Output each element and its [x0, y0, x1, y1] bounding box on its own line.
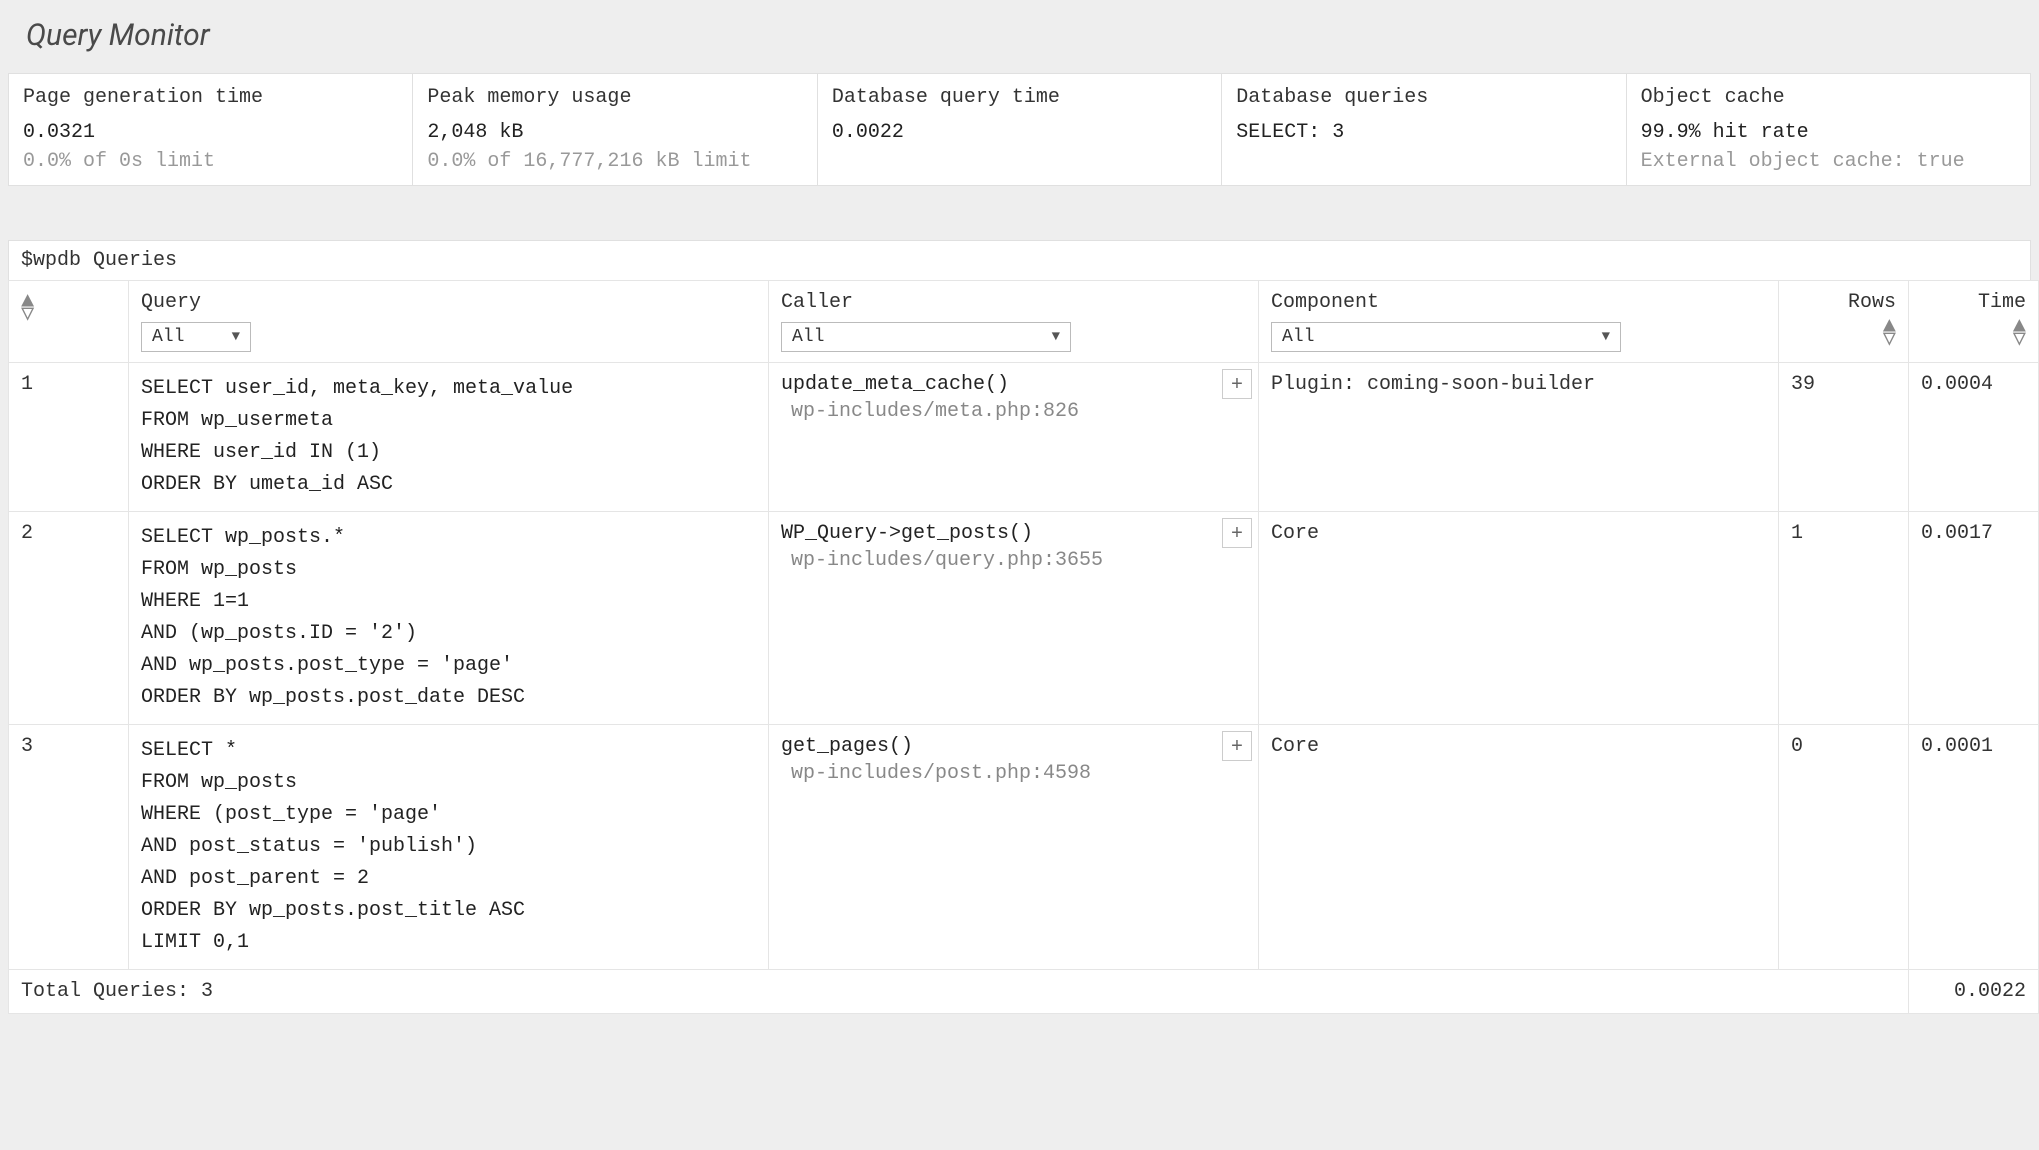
row-time: 0.0004: [1909, 363, 2039, 512]
summary-label: Peak memory usage: [427, 86, 802, 109]
expand-caller-button[interactable]: +: [1222, 731, 1252, 761]
summary-value: 2,048 kB: [427, 121, 802, 144]
sort-down-icon: ▽: [21, 308, 34, 321]
row-sql: SELECT user_id, meta_key, meta_value FRO…: [129, 363, 769, 512]
summary-db-query-time: Database query time 0.0022: [818, 73, 1222, 186]
caller-path: wp-includes/query.php:3655: [781, 549, 1214, 572]
row-sql: SELECT * FROM wp_posts WHERE (post_type …: [129, 725, 769, 970]
expand-caller-button[interactable]: +: [1222, 518, 1252, 548]
row-component: Core: [1259, 725, 1779, 970]
summary-row: Page generation time 0.0321 0.0% of 0s l…: [8, 73, 2031, 186]
row-index: 3: [9, 725, 129, 970]
table-row: 3 SELECT * FROM wp_posts WHERE (post_typ…: [9, 725, 2039, 970]
row-index: 1: [9, 363, 129, 512]
row-time: 0.0001: [1909, 725, 2039, 970]
row-rows: 39: [1779, 363, 1909, 512]
col-caller-header: Caller All ▼: [769, 281, 1259, 363]
filter-value: All: [1282, 327, 1314, 347]
col-label: Component: [1271, 291, 1766, 314]
row-caller: WP_Query->get_posts() wp-includes/query.…: [769, 512, 1259, 725]
col-label: Query: [141, 291, 756, 314]
summary-value: 0.0321: [23, 121, 398, 144]
table-header-row: ▲ ▽ Query All ▼ Caller All ▼ Component: [9, 281, 2039, 363]
footer-total-label: Total Queries: 3: [9, 970, 1909, 1014]
filter-query-select[interactable]: All ▼: [141, 322, 251, 352]
table-footer-row: Total Queries: 3 0.0022: [9, 970, 2039, 1014]
caller-function: get_pages(): [781, 735, 913, 758]
table-row: 2 SELECT wp_posts.* FROM wp_posts WHERE …: [9, 512, 2039, 725]
summary-label: Page generation time: [23, 86, 398, 109]
col-time-header: Time ▲ ▽: [1909, 281, 2039, 363]
filter-value: All: [152, 327, 184, 347]
sort-down-icon: ▽: [2013, 333, 2026, 346]
sort-down-icon: ▽: [1883, 333, 1896, 346]
dropdown-icon: ▼: [1602, 329, 1610, 345]
summary-label: Database query time: [832, 86, 1207, 109]
filter-caller-select[interactable]: All ▼: [781, 322, 1071, 352]
caller-function: update_meta_cache(): [781, 373, 1009, 396]
summary-db-queries: Database queries SELECT: 3: [1222, 73, 1626, 186]
col-label: Caller: [781, 291, 1246, 314]
sort-icon[interactable]: ▲ ▽: [21, 295, 34, 321]
sql-text: SELECT wp_posts.* FROM wp_posts WHERE 1=…: [141, 522, 756, 714]
dropdown-icon: ▼: [232, 329, 240, 345]
summary-sub: External object cache: true: [1641, 150, 2016, 173]
filter-value: All: [792, 327, 824, 347]
row-caller: get_pages() wp-includes/post.php:4598 +: [769, 725, 1259, 970]
summary-page-gen-time: Page generation time 0.0321 0.0% of 0s l…: [8, 73, 413, 186]
col-label: Rows: [1848, 291, 1896, 314]
filter-component-select[interactable]: All ▼: [1271, 322, 1621, 352]
col-index-header: ▲ ▽: [9, 281, 129, 363]
caller-path: wp-includes/post.php:4598: [781, 762, 1214, 785]
row-component: Core: [1259, 512, 1779, 725]
queries-table: ▲ ▽ Query All ▼ Caller All ▼ Component: [8, 280, 2039, 1014]
summary-peak-memory: Peak memory usage 2,048 kB 0.0% of 16,77…: [413, 73, 817, 186]
sql-text: SELECT user_id, meta_key, meta_value FRO…: [141, 373, 756, 501]
row-index: 2: [9, 512, 129, 725]
row-caller: update_meta_cache() wp-includes/meta.php…: [769, 363, 1259, 512]
expand-caller-button[interactable]: +: [1222, 369, 1252, 399]
table-row: 1 SELECT user_id, meta_key, meta_value F…: [9, 363, 2039, 512]
sql-text: SELECT * FROM wp_posts WHERE (post_type …: [141, 735, 756, 959]
col-component-header: Component All ▼: [1259, 281, 1779, 363]
sort-icon[interactable]: ▲ ▽: [2013, 320, 2026, 346]
col-rows-header: Rows ▲ ▽: [1779, 281, 1909, 363]
dropdown-icon: ▼: [1052, 329, 1060, 345]
summary-sub: 0.0% of 16,777,216 kB limit: [427, 150, 802, 173]
row-time: 0.0017: [1909, 512, 2039, 725]
summary-sub: 0.0% of 0s limit: [23, 150, 398, 173]
col-label: Time: [1978, 291, 2026, 314]
summary-label: Object cache: [1641, 86, 2016, 109]
summary-value: 99.9% hit rate: [1641, 121, 2016, 144]
summary-value: SELECT: 3: [1236, 121, 1611, 144]
page-title: Query Monitor: [8, 0, 2031, 73]
summary-object-cache: Object cache 99.9% hit rate External obj…: [1627, 73, 2031, 186]
row-rows: 1: [1779, 512, 1909, 725]
summary-value: 0.0022: [832, 121, 1207, 144]
caller-path: wp-includes/meta.php:826: [781, 400, 1214, 423]
col-query-header: Query All ▼: [129, 281, 769, 363]
footer-total-time: 0.0022: [1909, 970, 2039, 1014]
caller-function: WP_Query->get_posts(): [781, 522, 1033, 545]
sort-icon[interactable]: ▲ ▽: [1883, 320, 1896, 346]
summary-label: Database queries: [1236, 86, 1611, 109]
row-rows: 0: [1779, 725, 1909, 970]
row-component: Plugin: coming-soon-builder: [1259, 363, 1779, 512]
row-sql: SELECT wp_posts.* FROM wp_posts WHERE 1=…: [129, 512, 769, 725]
section-title-wpdb-queries: $wpdb Queries: [8, 240, 2031, 280]
